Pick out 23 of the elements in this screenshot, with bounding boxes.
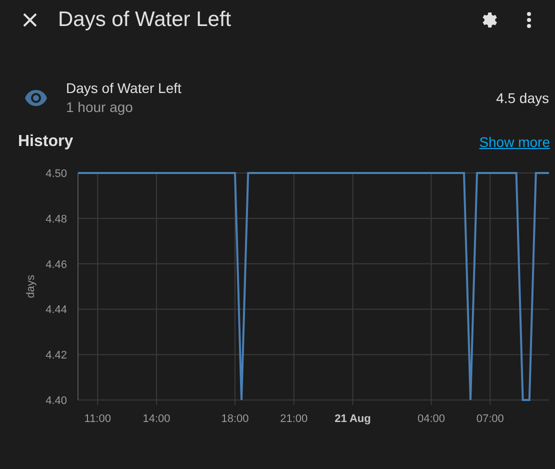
y-tick-label: 4.42	[46, 350, 67, 362]
close-icon	[22, 12, 38, 28]
y-tick-label: 4.48	[46, 213, 67, 226]
y-axis-label: days	[25, 274, 37, 298]
x-tick-label: 21 Aug	[334, 413, 371, 425]
y-tick-label: 4.50	[46, 168, 67, 180]
last-updated: 1 hour ago	[66, 99, 134, 115]
y-tick-label: 4.44	[46, 304, 67, 316]
x-tick-label: 14:00	[142, 413, 170, 425]
x-tick-label: 18:00	[221, 413, 249, 425]
dialog-title: Days of Water Left	[58, 8, 232, 32]
show-more-link[interactable]: Show more	[479, 134, 550, 150]
x-tick-label: 07:00	[476, 413, 504, 425]
y-tick-label: 4.46	[46, 258, 67, 271]
menu-icon	[527, 12, 531, 28]
x-tick-label: 21:00	[280, 413, 308, 425]
x-tick-label: 11:00	[84, 413, 111, 425]
history-heading: History	[18, 133, 74, 151]
entity-state: 4.5 days	[496, 90, 549, 106]
x-tick-label: 04:00	[417, 413, 446, 425]
eye-icon	[24, 90, 48, 106]
y-tick-label: 4.40	[46, 395, 67, 407]
entity-name: Days of Water Left	[66, 80, 182, 96]
